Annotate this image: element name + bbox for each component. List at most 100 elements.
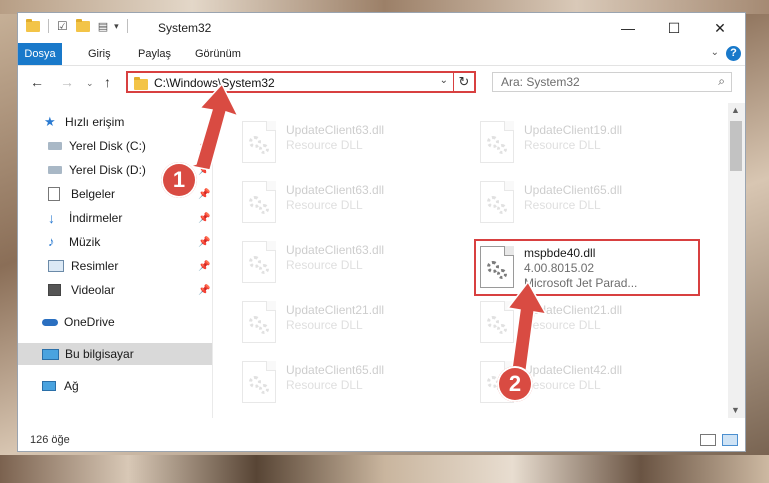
file-type: Resource DLL (286, 198, 363, 212)
callout-1-badge: 1 (161, 162, 197, 198)
dll-file-icon (480, 301, 514, 343)
pin-icon[interactable]: 📌 (198, 237, 210, 248)
customize-toolbar-icon[interactable]: ▾ (114, 21, 119, 32)
file-name: UpdateClient63.dll (286, 183, 385, 197)
minimize-button[interactable]: — (605, 13, 651, 43)
sidebar-item-label: Resimler (71, 259, 119, 273)
window-title: System32 (158, 21, 212, 35)
vertical-scrollbar[interactable]: ▲ ▼ (728, 103, 745, 418)
file-item[interactable]: UpdateClient19.dll Resource DLL (476, 117, 686, 171)
sidebar-item-label: Yerel Disk (C:) (69, 139, 146, 153)
file-name: UpdateClient21.dll (524, 303, 623, 317)
pictures-icon (48, 260, 64, 272)
file-type: Resource DLL (286, 138, 363, 152)
properties-icon[interactable]: ☑ (57, 19, 68, 33)
file-type: Resource DLL (524, 198, 601, 212)
file-item-mspbde40[interactable]: mspbde40.dll 4.00.8015.02 Microsoft Jet … (474, 239, 700, 296)
help-icon[interactable]: ? (726, 46, 741, 61)
file-item[interactable]: UpdateClient65.dll Resource DLL (476, 177, 686, 231)
toolbar-separator (48, 19, 49, 33)
drive-icon (48, 142, 62, 150)
pin-icon[interactable]: 📌 (198, 189, 210, 200)
sidebar-item-this-pc[interactable]: Bu bilgisayar (18, 343, 212, 365)
file-type: Resource DLL (524, 318, 601, 332)
sidebar-item-music[interactable]: ♪ Müzik 📌 (18, 231, 212, 253)
address-bar[interactable]: C:\Windows\System32 ⌄ ↻ (126, 71, 476, 93)
file-name: UpdateClient63.dll (286, 243, 385, 257)
sidebar-item-quick-access[interactable]: ★ Hızlı erişim (18, 111, 212, 133)
dll-file-icon (242, 181, 276, 223)
search-box[interactable]: Ara: System32 ⌕ (492, 72, 732, 92)
forward-arrow-icon[interactable]: → (60, 74, 74, 90)
tab-share[interactable]: Paylaş (138, 43, 171, 65)
file-item[interactable]: UpdateClient21.dll Resource DLL (238, 297, 448, 351)
callout-2-badge: 2 (497, 366, 533, 402)
cloud-icon (42, 318, 58, 326)
sidebar-item-network[interactable]: Ağ (18, 375, 212, 397)
sidebar-item-label: Bu bilgisayar (65, 347, 134, 361)
pin-icon[interactable]: 📌 (198, 165, 210, 176)
tab-view[interactable]: Görünüm (195, 43, 241, 65)
status-bar: 126 öğe (18, 430, 745, 450)
sidebar-item-videos[interactable]: Videolar 📌 (18, 279, 212, 301)
computer-icon (42, 348, 59, 360)
address-path[interactable]: C:\Windows\System32 (154, 76, 275, 90)
tab-home[interactable]: Giriş (88, 43, 111, 65)
file-list: UpdateClient63.dll Resource DLL UpdateCl… (218, 103, 730, 418)
new-folder-icon[interactable] (75, 18, 90, 32)
folder-icon (26, 18, 40, 32)
file-name: UpdateClient63.dll (286, 123, 385, 137)
close-button[interactable]: ✕ (697, 13, 743, 43)
search-icon[interactable]: ⌕ (718, 74, 725, 89)
documents-icon (48, 187, 60, 201)
sidebar-item-label: Videolar (71, 283, 115, 297)
sidebar-item-pictures[interactable]: Resimler 📌 (18, 255, 212, 277)
ribbon-tabs: Dosya Giriş Paylaş Görünüm ⌄ ? (18, 43, 745, 66)
address-dropdown-icon[interactable]: ⌄ (440, 75, 448, 86)
sidebar-item-label: İndirmeler (69, 211, 123, 225)
scroll-up-icon[interactable]: ▲ (731, 105, 740, 115)
rename-icon[interactable]: ▤ (98, 20, 108, 33)
refresh-icon[interactable]: ↻ (453, 73, 474, 91)
item-count: 126 öğe (30, 434, 70, 446)
network-icon (42, 381, 56, 391)
videos-icon (48, 284, 61, 296)
scroll-down-icon[interactable]: ▼ (731, 405, 740, 415)
pin-icon[interactable]: 📌 (198, 261, 210, 272)
star-icon: ★ (44, 114, 56, 129)
sidebar-item-label: Hızlı erişim (65, 115, 125, 129)
file-item[interactable]: UpdateClient63.dll Resource DLL (238, 237, 448, 291)
file-item[interactable]: UpdateClient63.dll Resource DLL (238, 117, 448, 171)
pin-icon[interactable]: 📌 (198, 285, 210, 296)
maximize-button[interactable]: ☐ (651, 13, 697, 43)
file-type: Resource DLL (286, 258, 363, 272)
dll-file-icon (242, 361, 276, 403)
file-type: Resource DLL (286, 318, 363, 332)
up-arrow-icon[interactable]: ↑ (104, 74, 111, 90)
pin-icon[interactable]: 📌 (198, 141, 210, 152)
back-arrow-icon[interactable]: ← (30, 74, 44, 90)
file-item[interactable]: UpdateClient63.dll Resource DLL (238, 177, 448, 231)
pin-icon[interactable]: 📌 (198, 213, 210, 224)
navigation-pane: ★ Hızlı erişim Yerel Disk (C:) 📌 Yerel D… (18, 103, 213, 418)
details-view-icon[interactable] (700, 434, 716, 446)
file-item[interactable]: UpdateClient65.dll Resource DLL (238, 357, 448, 411)
recent-locations-icon[interactable]: ⌄ (86, 78, 94, 89)
navigation-bar: ← → ⌄ ↑ C:\Windows\System32 ⌄ ↻ Ara: Sys… (18, 66, 745, 100)
title-bar: ☑ ▤ ▾ System32 — ☐ ✕ (18, 13, 745, 43)
sidebar-item-disk-c[interactable]: Yerel Disk (C:) 📌 (18, 135, 212, 157)
scrollbar-thumb[interactable] (730, 121, 742, 171)
sidebar-item-onedrive[interactable]: OneDrive (18, 311, 212, 333)
large-icons-view-icon[interactable] (722, 434, 738, 446)
sidebar-item-label: Müzik (69, 235, 101, 249)
expand-ribbon-icon[interactable]: ⌄ (711, 47, 719, 58)
file-item[interactable]: UpdateClient21.dll Resource DLL (476, 297, 686, 351)
desktop-background-bottom (0, 455, 769, 483)
dll-file-icon (480, 121, 514, 163)
sidebar-item-downloads[interactable]: ↓ İndirmeler 📌 (18, 207, 212, 229)
search-placeholder[interactable]: Ara: System32 (501, 75, 580, 89)
file-name: UpdateClient65.dll (286, 363, 385, 377)
sidebar-item-label: Ağ (64, 379, 79, 393)
tab-file[interactable]: Dosya (18, 43, 62, 65)
music-icon: ♪ (48, 234, 55, 249)
